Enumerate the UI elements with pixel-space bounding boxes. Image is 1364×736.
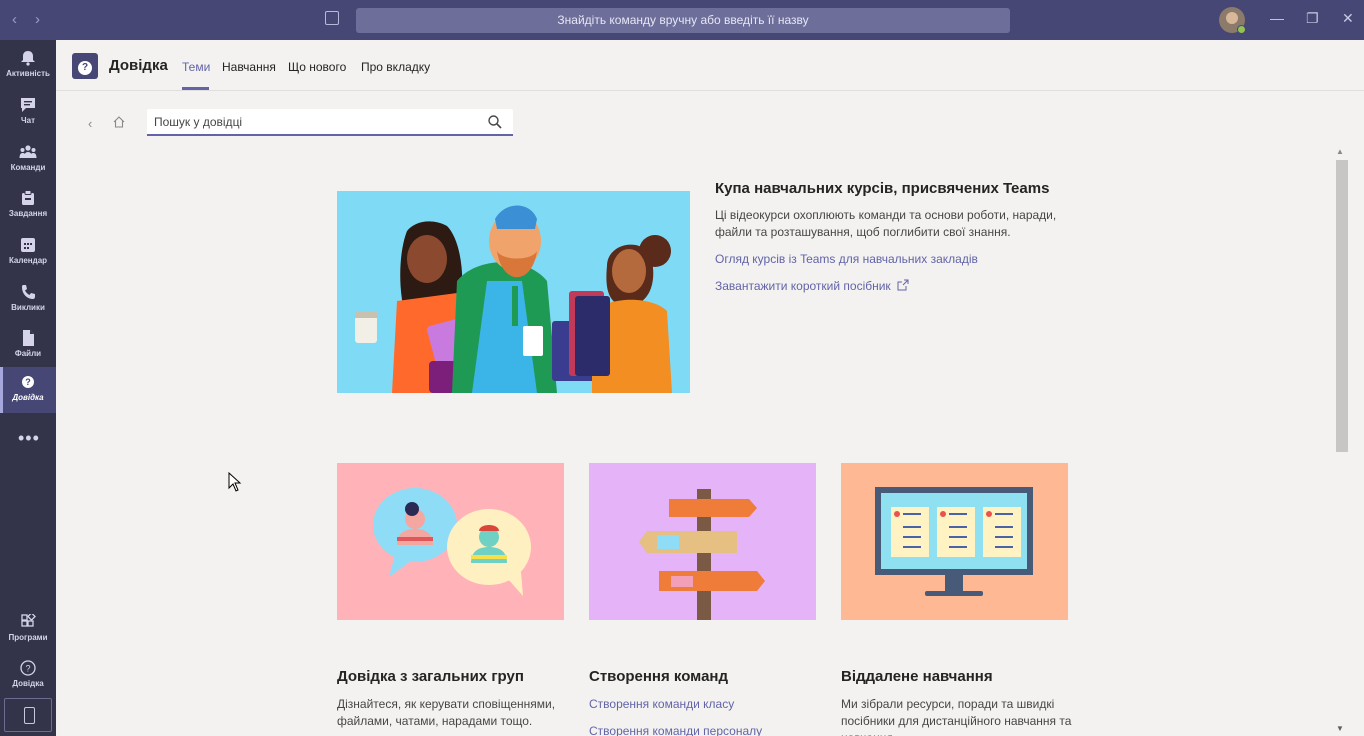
external-link-icon [897, 279, 909, 291]
search-icon[interactable] [487, 114, 503, 130]
back-arrow-icon[interactable]: ‹ [12, 11, 17, 28]
calendar-icon [21, 238, 35, 252]
create-class-team-link[interactable]: Створення команди класу [589, 697, 734, 711]
page-title: Довідка [109, 57, 168, 74]
help-search-box [147, 109, 513, 136]
appbar-label: Чат [21, 116, 35, 125]
card-groups-illustration[interactable] [337, 463, 564, 620]
hero-description: Ці відеокурси охоплюють команди та основ… [715, 208, 1057, 239]
assignments-icon [22, 190, 34, 205]
card-remote-title: Віддалене навчання [841, 668, 993, 685]
scroll-up-icon[interactable]: ▲ [1336, 147, 1344, 156]
more-apps-icon[interactable]: ••• [18, 428, 40, 449]
help-search-input[interactable] [147, 109, 467, 134]
appbar-item-teams[interactable]: Команди [0, 137, 56, 183]
back-icon[interactable]: ‹ [88, 116, 92, 131]
bell-icon [21, 51, 35, 66]
appbar-item-activity[interactable]: Активність [0, 43, 56, 89]
appbar-label: Виклики [11, 303, 45, 312]
create-staff-team-link[interactable]: Створення команди персоналу [589, 724, 762, 736]
tab-topics[interactable]: Теми [182, 60, 210, 74]
card-groups-title: Довідка з загальних груп [337, 668, 524, 685]
compose-icon[interactable] [325, 11, 339, 25]
phone-icon [22, 285, 35, 299]
download-guide-link[interactable]: Завантажити короткий посібник [715, 279, 891, 293]
help-app-logo-icon: ? [72, 53, 98, 79]
active-tab-indicator [182, 87, 209, 90]
card-groups-description: Дізнайтеся, як керувати сповіщеннями, фа… [337, 697, 556, 728]
team-search-bar[interactable]: Знайдіть команду вручну або введіть її н… [356, 8, 1010, 33]
appbar-item-calendar[interactable]: Календар [0, 230, 56, 276]
scrollbar-thumb[interactable] [1336, 160, 1348, 452]
card-remote-illustration[interactable] [841, 463, 1068, 620]
appbar-label: Календар [8, 256, 48, 265]
app-bar: Активність Чат Команди Завдання Календар… [0, 40, 56, 736]
appbar-item-apps[interactable]: Програми [0, 607, 56, 653]
download-guide-link-row[interactable]: Завантажити короткий посібник [715, 279, 909, 293]
appbar-label: Довідка [12, 393, 44, 402]
hero-title: Купа навчальних курсів, присвячених Team… [715, 180, 1050, 197]
appbar-label: Завдання [8, 209, 48, 218]
teams-icon [19, 145, 37, 158]
appbar-item-assignments[interactable]: Завдання [0, 183, 56, 229]
appbar-label: Програми [8, 633, 48, 642]
appbar-label: Команди [10, 163, 46, 172]
appbar-label: Довідка [12, 679, 44, 688]
mouse-cursor-icon [228, 472, 242, 492]
tab-training[interactable]: Навчання [222, 60, 276, 74]
appbar-item-calls[interactable]: Виклики [0, 277, 56, 323]
restore-icon[interactable]: ❐ [1306, 10, 1319, 27]
help-circle-icon: ? [20, 660, 36, 676]
forward-arrow-icon[interactable]: › [35, 11, 40, 28]
app-header: ? Довідка Теми Навчання Що нового Про вк… [56, 40, 1364, 91]
svg-text:?: ? [25, 664, 30, 674]
file-icon [23, 330, 34, 346]
courses-overview-link[interactable]: Огляд курсів із Teams для навчальних зак… [715, 252, 978, 266]
apps-icon [21, 614, 36, 627]
scroll-down-icon[interactable]: ▼ [1336, 724, 1344, 733]
home-icon[interactable] [113, 116, 125, 128]
tab-whats-new[interactable]: Що нового [288, 60, 346, 74]
card-remote-description: Ми зібрали ресурси, поради та швидкі пос… [841, 697, 1072, 736]
appbar-item-files[interactable]: Файли [0, 323, 56, 369]
svg-text:?: ? [25, 377, 31, 387]
appbar-label: Активність [6, 69, 50, 78]
appbar-label: Файли [14, 349, 42, 358]
card-teams-illustration[interactable] [589, 463, 816, 620]
tab-about[interactable]: Про вкладку [361, 60, 430, 74]
presence-status-icon [1237, 25, 1246, 34]
close-icon[interactable]: ✕ [1342, 10, 1354, 27]
appbar-item-chat[interactable]: Чат [0, 90, 56, 136]
chat-icon [21, 98, 35, 112]
mobile-device-icon[interactable] [4, 698, 52, 732]
title-bar: ‹ › Знайдіть команду вручну або введіть … [0, 0, 1364, 40]
help-icon: ? [22, 376, 34, 388]
hero-illustration [337, 191, 690, 393]
appbar-item-help-bottom[interactable]: ? Довідка [0, 653, 56, 699]
minimize-icon[interactable]: — [1270, 10, 1284, 26]
appbar-item-help[interactable]: ? Довідка [0, 367, 56, 413]
card-teams-title: Створення команд [589, 668, 729, 685]
